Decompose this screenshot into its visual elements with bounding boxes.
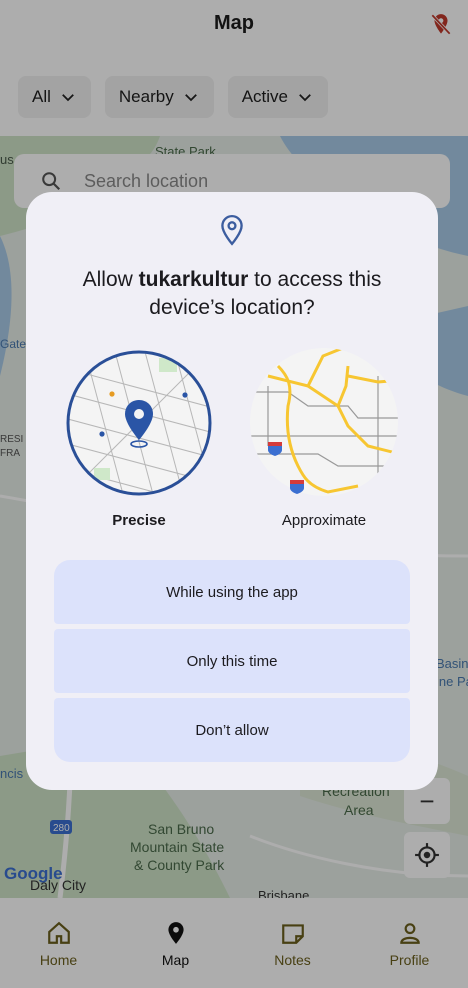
app-name: tukarkultur bbox=[138, 268, 249, 291]
approximate-option-label: Approximate bbox=[281, 512, 367, 529]
dialog-title-prefix: Allow bbox=[82, 268, 139, 291]
button-label: Don’t allow bbox=[195, 721, 269, 739]
approximate-location-option[interactable] bbox=[248, 346, 400, 498]
while-using-app-button[interactable]: While using the app bbox=[54, 560, 410, 624]
button-label: Only this time bbox=[186, 652, 278, 670]
precise-option-label: Precise bbox=[112, 512, 166, 529]
location-permission-dialog: Allow tukarkultur to access this device’… bbox=[26, 192, 438, 790]
dialog-title: Allow tukarkultur to access this device’… bbox=[46, 266, 418, 322]
location-pin-icon bbox=[221, 214, 243, 246]
only-this-time-button[interactable]: Only this time bbox=[54, 629, 410, 693]
button-label: While using the app bbox=[166, 583, 298, 601]
precise-location-option[interactable] bbox=[64, 348, 214, 498]
dont-allow-button[interactable]: Don’t allow bbox=[54, 698, 410, 762]
